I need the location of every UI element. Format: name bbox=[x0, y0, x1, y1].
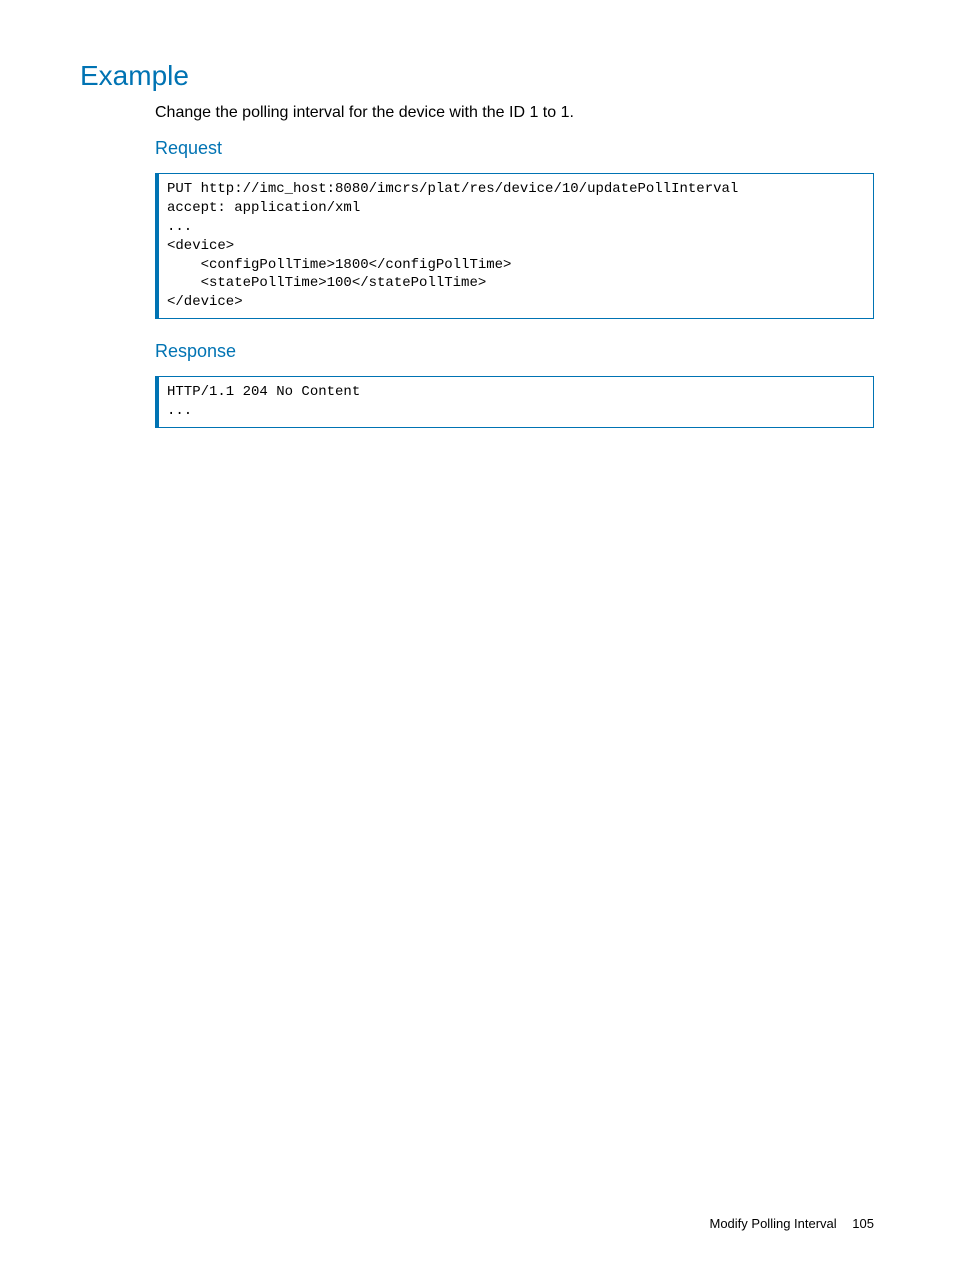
page-footer: Modify Polling Interval 105 bbox=[710, 1216, 875, 1231]
response-code-block: HTTP/1.1 204 No Content ... bbox=[155, 376, 874, 428]
intro-paragraph: Change the polling interval for the devi… bbox=[155, 104, 874, 122]
footer-title: Modify Polling Interval bbox=[710, 1216, 837, 1231]
request-code-block: PUT http://imc_host:8080/imcrs/plat/res/… bbox=[155, 173, 874, 319]
request-heading: Request bbox=[155, 138, 874, 159]
section-heading: Example bbox=[80, 60, 874, 92]
response-heading: Response bbox=[155, 341, 874, 362]
footer-page-number: 105 bbox=[852, 1216, 874, 1231]
